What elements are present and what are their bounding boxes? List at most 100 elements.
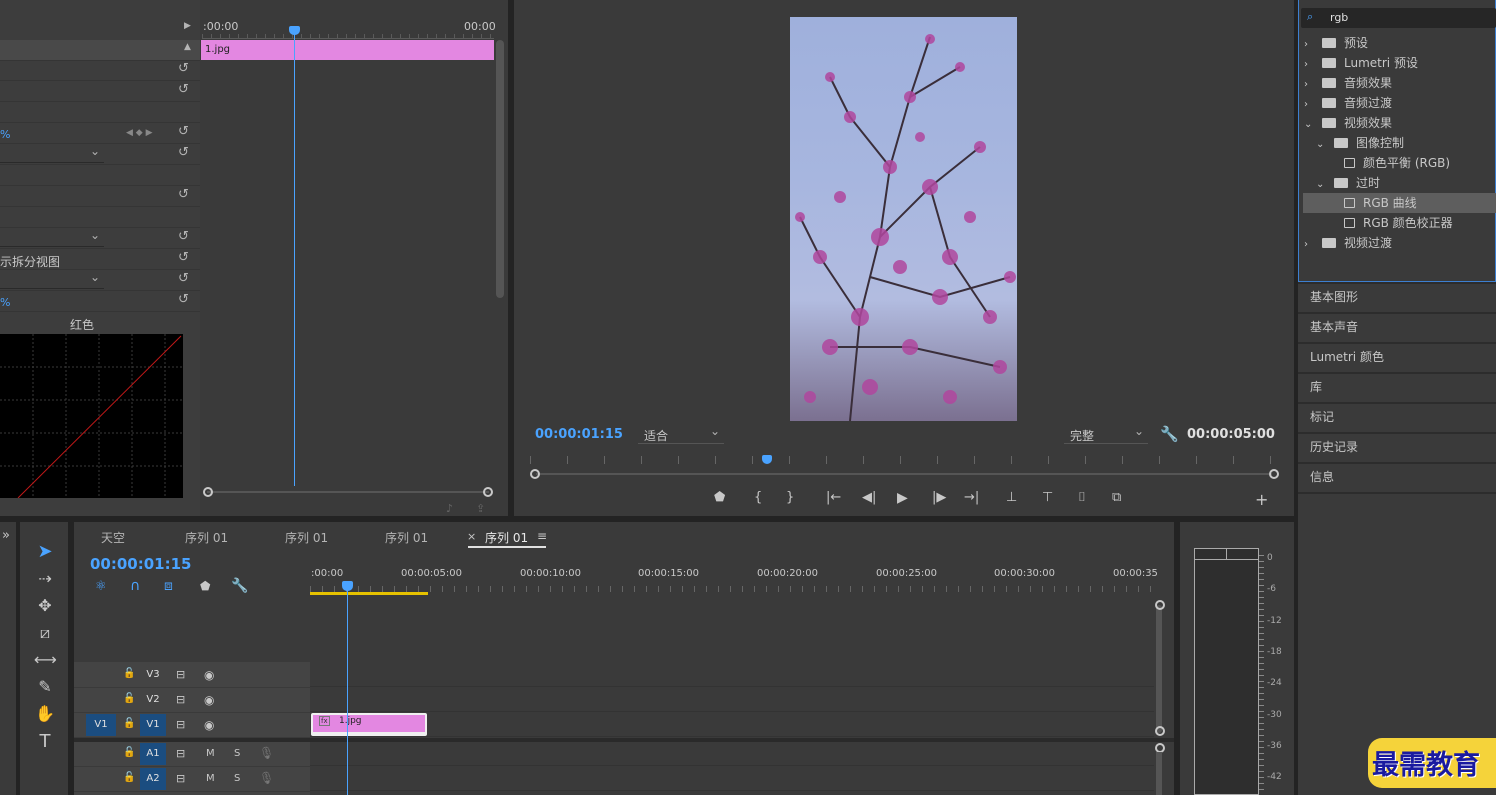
track-target-toggle[interactable]: A2 — [140, 768, 166, 790]
expand-arrow-icon[interactable]: ▶ — [184, 21, 191, 31]
mark-out-button[interactable]: } — [786, 490, 794, 505]
rgb-curve-graph[interactable] — [0, 334, 183, 498]
selection-tool-icon[interactable]: ➤ — [34, 541, 56, 562]
timeline-tab[interactable]: 序列 01 — [485, 529, 528, 546]
track-lane[interactable] — [310, 663, 1154, 687]
panel-tab-item[interactable]: 基本图形 — [1310, 288, 1358, 305]
lock-icon[interactable]: 🔓 — [123, 718, 135, 729]
chevron-right-icon[interactable]: › — [1304, 35, 1316, 55]
extract-button[interactable]: ⊤ — [1042, 490, 1053, 505]
hand-icon[interactable]: ✋ — [34, 704, 56, 723]
effects-folder[interactable]: › 视频过渡 — [1304, 233, 1392, 253]
go-to-out-button[interactable]: →| — [964, 490, 979, 505]
reset-icon[interactable]: ↺ — [178, 293, 192, 307]
mark-in-button[interactable]: { — [754, 490, 762, 505]
fit-dropdown[interactable]: 适合 ⌄ — [638, 424, 724, 444]
sync-lock-icon[interactable]: ⊟ — [176, 772, 185, 785]
zoom-handle-left[interactable] — [530, 469, 540, 479]
solo-button[interactable]: S — [234, 748, 240, 759]
reset-icon[interactable]: ↺ — [178, 125, 192, 139]
program-zoom-bar[interactable] — [536, 473, 1272, 475]
reset-icon[interactable]: ↺ — [178, 230, 192, 244]
track-target-toggle[interactable]: A1 — [140, 743, 166, 765]
wrench-icon[interactable]: 🔧 — [1160, 425, 1179, 443]
type-icon[interactable]: T — [34, 731, 56, 752]
dropdown-select[interactable] — [0, 228, 104, 247]
reset-icon[interactable]: ↺ — [178, 251, 192, 265]
lock-icon[interactable]: 🔓 — [123, 668, 135, 679]
ripple-edit-icon[interactable]: ✥ — [34, 596, 56, 615]
slip-icon[interactable]: ⟷ — [34, 650, 57, 669]
play-button[interactable]: ▶ — [897, 490, 908, 506]
lift-button[interactable]: ⊥ — [1006, 490, 1017, 505]
percent-value[interactable]: % — [0, 296, 10, 309]
add-marker-icon[interactable]: ⧈ — [164, 578, 173, 594]
panel-tab-item[interactable]: Lumetri 颜色 — [1310, 348, 1384, 365]
marker-icon[interactable]: ⬟ — [200, 579, 210, 593]
panel-tab-item[interactable]: 库 — [1310, 378, 1322, 395]
zoom-handle-right[interactable] — [483, 487, 493, 497]
lock-icon[interactable]: 🔓 — [123, 747, 135, 758]
effects-item[interactable]: 颜色平衡 (RGB) — [1344, 153, 1450, 173]
in-out-bar[interactable] — [310, 592, 428, 595]
sync-lock-icon[interactable]: ⊟ — [176, 718, 185, 731]
ec-clip-bar[interactable] — [201, 40, 494, 60]
chevron-right-icon[interactable]: › — [1304, 95, 1316, 115]
timeline-playhead-handle[interactable] — [342, 581, 353, 591]
percent-value[interactable]: % — [0, 128, 10, 141]
reset-icon[interactable]: ↺ — [178, 188, 192, 202]
keyframe-nav-icon[interactable]: ◀ ◆ ▶ — [126, 128, 153, 138]
effects-folder[interactable]: ⌄ 过时 — [1316, 173, 1380, 193]
track-target-toggle[interactable]: V2 — [140, 689, 166, 711]
track-lane[interactable] — [310, 688, 1154, 712]
scroll-handle[interactable] — [1155, 600, 1165, 610]
quality-dropdown[interactable]: 完整 ⌄ — [1064, 424, 1148, 444]
add-button-icon[interactable]: + — [1255, 490, 1268, 509]
effects-folder[interactable]: ⌄ 图像控制 — [1316, 133, 1404, 153]
zoom-handle-left[interactable] — [203, 487, 213, 497]
track-select-icon[interactable]: ⇢ — [34, 569, 56, 588]
reset-icon[interactable]: ↺ — [178, 146, 192, 160]
scroll-handle[interactable] — [1155, 726, 1165, 736]
effects-folder[interactable]: › 音频效果 — [1304, 73, 1392, 93]
linked-selection-icon[interactable]: ∩ — [130, 578, 140, 594]
reset-icon[interactable]: ↺ — [178, 272, 192, 286]
track-target-toggle[interactable]: V1 — [140, 714, 166, 736]
timeline-tab[interactable]: 序列 01 — [285, 529, 328, 546]
sync-lock-icon[interactable]: ⊟ — [176, 693, 185, 706]
eye-icon[interactable]: ◉ — [204, 718, 214, 732]
ec-playhead[interactable] — [294, 30, 295, 486]
reset-icon[interactable]: ↺ — [178, 83, 192, 97]
effects-folder[interactable]: › 预设 — [1304, 33, 1368, 53]
pen-icon[interactable]: ✎ — [34, 677, 56, 696]
audio-scrollbar[interactable] — [1156, 752, 1162, 795]
more-panels-icon[interactable]: » — [2, 528, 10, 543]
lock-icon[interactable]: 🔓 — [123, 693, 135, 704]
timeline-tab[interactable]: 天空 — [101, 529, 125, 546]
mute-button[interactable]: M — [206, 748, 215, 759]
step-forward-button[interactable]: |▶ — [932, 490, 946, 505]
search-value[interactable]: rgb — [1330, 11, 1348, 24]
effects-item[interactable]: RGB 曲线 — [1344, 193, 1417, 213]
timeline-tab[interactable]: 序列 01 — [385, 529, 428, 546]
solo-button[interactable]: S — [234, 773, 240, 784]
chevron-down-icon[interactable]: ⌄ — [1304, 115, 1316, 135]
panel-tab-item[interactable]: 历史记录 — [1310, 438, 1358, 455]
snap-icon[interactable]: ⚛ — [95, 579, 107, 594]
ec-zoom-bar[interactable] — [207, 491, 489, 493]
timeline-playhead[interactable] — [347, 590, 348, 795]
chevron-right-icon[interactable]: › — [1304, 55, 1316, 75]
eye-icon[interactable]: ◉ — [204, 668, 214, 682]
ec-scrollbar[interactable] — [496, 40, 504, 298]
track-target-toggle[interactable]: V3 — [140, 664, 166, 686]
go-to-in-button[interactable]: |← — [826, 490, 841, 505]
track-lane[interactable] — [310, 767, 1154, 791]
program-timecode[interactable]: 00:00:01:15 — [535, 427, 623, 442]
step-back-button[interactable]: ◀| — [862, 490, 876, 505]
dropdown-select[interactable] — [0, 270, 104, 289]
timeline-timecode[interactable]: 00:00:01:15 — [90, 555, 192, 573]
chevron-right-icon[interactable]: › — [1304, 75, 1316, 95]
track-lane[interactable] — [310, 713, 1154, 737]
razor-icon[interactable]: ⧄ — [34, 623, 56, 643]
lock-icon[interactable]: 🔓 — [123, 772, 135, 783]
